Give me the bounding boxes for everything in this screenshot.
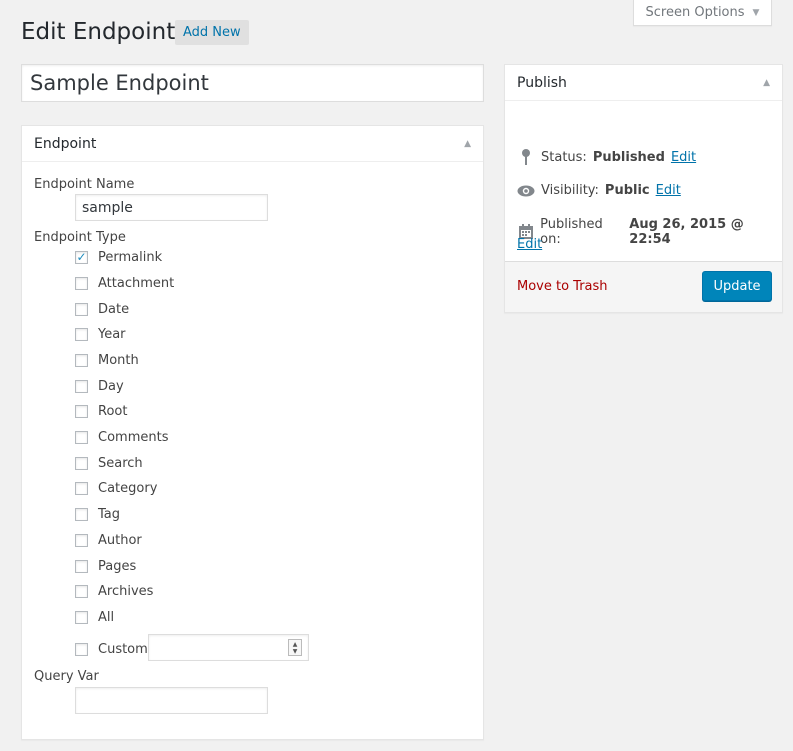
endpoint-type-label: Author: [98, 532, 142, 548]
endpoint-type-search[interactable]: Search: [75, 454, 143, 472]
eye-icon: [517, 185, 535, 197]
endpoint-type-label: Pages: [98, 558, 137, 574]
endpoint-box-title: Endpoint: [34, 135, 97, 152]
checkbox[interactable]: [75, 642, 88, 656]
endpoint-type-archives[interactable]: Archives: [75, 582, 153, 600]
number-spinner-icon[interactable]: ▲ ▼: [288, 639, 302, 656]
endpoint-type-root[interactable]: Root: [75, 402, 127, 420]
move-to-trash-link[interactable]: Move to Trash: [517, 279, 608, 294]
endpoint-type-pages[interactable]: Pages: [75, 557, 136, 575]
triangle-up-icon[interactable]: ▲: [464, 139, 471, 149]
checkbox[interactable]: [75, 430, 88, 444]
visibility-label: Visibility:: [541, 183, 599, 198]
endpoint-type-comments[interactable]: Comments: [75, 428, 168, 446]
screen-options-button[interactable]: Screen Options ▼: [633, 0, 772, 26]
endpoint-type-permalink[interactable]: ✓ Permalink: [75, 248, 162, 266]
checkbox[interactable]: [75, 481, 88, 495]
screen-options-label: Screen Options: [645, 5, 745, 20]
checkbox[interactable]: ✓: [75, 250, 88, 264]
endpoint-type-author[interactable]: Author: [75, 531, 142, 549]
checkbox[interactable]: [75, 379, 88, 393]
published-on-row: Published on: Aug 26, 2015 @ 22:54: [517, 217, 782, 247]
checkbox[interactable]: [75, 507, 88, 521]
published-on-value: Aug 26, 2015 @ 22:54: [629, 217, 744, 247]
publish-box-title: Publish: [517, 74, 567, 91]
pin-icon: [517, 149, 535, 165]
checkbox[interactable]: [75, 559, 88, 573]
published-edit-link[interactable]: Edit: [517, 237, 542, 252]
checkbox[interactable]: [75, 584, 88, 598]
endpoint-type-label: Permalink: [98, 249, 163, 265]
endpoint-type-label: Endpoint Type: [34, 230, 126, 245]
custom-endpoint-input[interactable]: ▲ ▼: [148, 634, 309, 661]
status-value: Published: [592, 149, 665, 165]
checkbox[interactable]: [75, 533, 88, 547]
add-new-button[interactable]: Add New: [175, 20, 249, 45]
checkbox[interactable]: [75, 276, 88, 290]
endpoint-type-label: Year: [98, 326, 126, 342]
publish-box-header[interactable]: Publish ▲: [505, 65, 782, 101]
visibility-edit-link[interactable]: Edit: [656, 183, 681, 198]
endpoint-name-label: Endpoint Name: [34, 177, 135, 192]
update-button[interactable]: Update: [702, 271, 772, 301]
endpoint-type-label: Attachment: [98, 275, 175, 291]
published-edit-row: Edit: [517, 237, 542, 252]
checkbox[interactable]: [75, 456, 88, 470]
endpoint-type-year[interactable]: Year: [75, 325, 126, 343]
triangle-down-icon: ▼: [752, 7, 760, 18]
post-title-input[interactable]: Sample Endpoint: [21, 64, 484, 102]
endpoint-type-all[interactable]: All: [75, 608, 114, 626]
visibility-row: Visibility: Public Edit: [517, 183, 681, 198]
checkbox[interactable]: [75, 353, 88, 367]
endpoint-type-month[interactable]: Month: [75, 351, 139, 369]
publish-meta-box: Publish ▲ Status: Published Edit Visibil…: [504, 64, 783, 313]
endpoint-type-day[interactable]: Day: [75, 377, 124, 395]
query-var-label: Query Var: [34, 669, 99, 684]
endpoint-meta-box: Endpoint ▲ Endpoint Name sample Endpoint…: [21, 125, 484, 740]
endpoint-type-label: Day: [98, 378, 124, 394]
checkbox[interactable]: [75, 610, 88, 624]
endpoint-type-label: Custom: [98, 641, 148, 657]
endpoint-type-label: Date: [98, 301, 130, 317]
checkbox[interactable]: [75, 404, 88, 418]
endpoint-type-category[interactable]: Category: [75, 479, 157, 497]
endpoint-type-label: Root: [98, 403, 128, 419]
status-row: Status: Published Edit: [517, 149, 696, 165]
endpoint-type-label: Archives: [98, 583, 154, 599]
endpoint-type-attachment[interactable]: Attachment: [75, 274, 174, 292]
triangle-up-icon[interactable]: ▲: [763, 78, 770, 88]
checkbox[interactable]: [75, 302, 88, 316]
endpoint-type-label: Category: [98, 480, 158, 496]
status-edit-link[interactable]: Edit: [671, 150, 696, 165]
publish-actions: Move to Trash Update: [505, 261, 782, 312]
endpoint-type-label: Month: [98, 352, 139, 368]
endpoint-type-label: Search: [98, 455, 143, 471]
endpoint-type-label: Comments: [98, 429, 169, 445]
endpoint-type-label: Tag: [98, 506, 121, 522]
endpoint-type-custom[interactable]: Custom: [75, 640, 148, 658]
endpoint-box-header[interactable]: Endpoint ▲: [22, 126, 483, 162]
endpoint-type-label: All: [98, 609, 115, 625]
page-title: Edit Endpoint: [21, 19, 176, 45]
published-on-label: Published on:: [540, 217, 603, 247]
checkbox[interactable]: [75, 327, 88, 341]
visibility-value: Public: [604, 183, 650, 198]
status-label: Status:: [541, 149, 587, 165]
endpoint-name-input[interactable]: sample: [75, 194, 268, 221]
endpoint-type-date[interactable]: Date: [75, 300, 129, 318]
query-var-input[interactable]: [75, 687, 268, 714]
endpoint-type-tag[interactable]: Tag: [75, 505, 120, 523]
